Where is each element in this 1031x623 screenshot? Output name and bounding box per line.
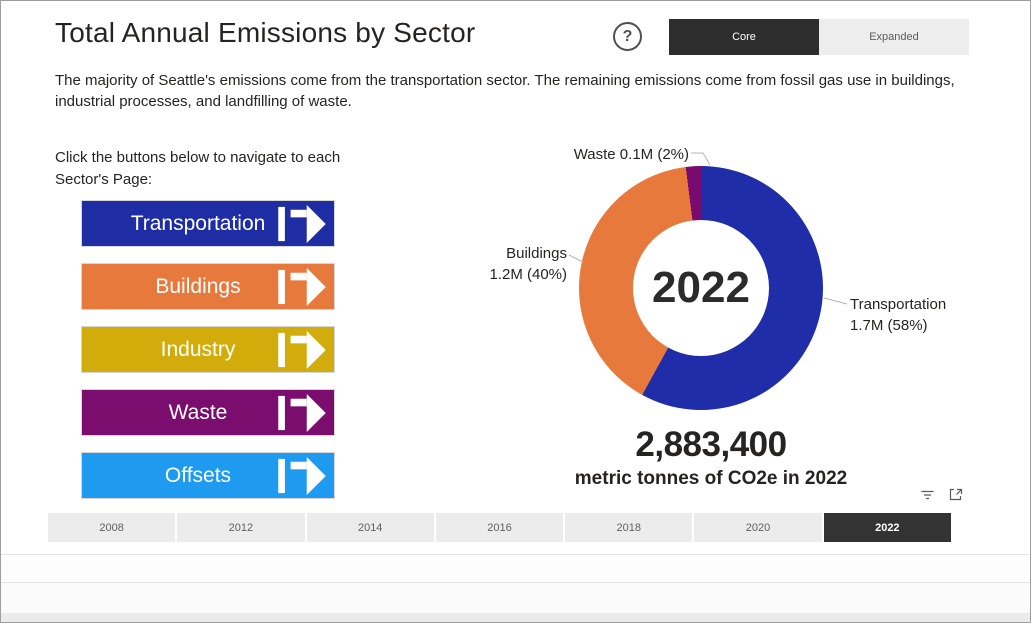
nav-button-label: Buildings — [82, 275, 278, 299]
nav-button-waste[interactable]: Waste — [82, 390, 334, 435]
nav-button-transportation[interactable]: Transportation — [82, 201, 334, 246]
window-bottom-strip — [1, 613, 1030, 623]
powerbi-footer: Microsoft Power BI ‹ 1 of 15 › — [1, 582, 1030, 613]
filter-icon[interactable] — [919, 487, 936, 508]
year-tab-2018[interactable]: 2018 — [565, 513, 692, 542]
year-tab-2008[interactable]: 2008 — [48, 513, 175, 542]
callout-buildings: Buildings 1.2M (40%) — [439, 243, 567, 285]
powerbi-report: Total Annual Emissions by Sector ? Core … — [0, 0, 1031, 623]
report-description: The majority of Seattle's emissions come… — [55, 70, 961, 112]
callout-transportation-value: 1.7M (58%) — [850, 315, 1010, 336]
year-tab-2014[interactable]: 2014 — [307, 513, 434, 542]
year-tab-2022[interactable]: 2022 — [824, 513, 951, 542]
year-tab-2020[interactable]: 2020 — [694, 513, 821, 542]
total-emissions: 2,883,400 metric tonnes of CO2e in 2022 — [541, 425, 881, 490]
year-tab-2016[interactable]: 2016 — [436, 513, 563, 542]
arrow-right-icon — [278, 393, 332, 433]
focus-mode-icon[interactable] — [947, 486, 965, 508]
year-tab-2012[interactable]: 2012 — [177, 513, 304, 542]
nav-button-label: Transportation — [82, 212, 278, 236]
callout-buildings-value: 1.2M (40%) — [439, 264, 567, 285]
nav-button-label: Industry — [82, 338, 278, 362]
toggle-expanded-button[interactable]: Expanded — [819, 19, 969, 55]
year-slicer: 2008 2012 2014 2016 2018 2020 2022 — [48, 513, 951, 542]
toggle-core-button[interactable]: Core — [669, 19, 819, 55]
nav-instruction: Click the buttons below to navigate to e… — [55, 147, 373, 191]
nav-button-buildings[interactable]: Buildings — [82, 264, 334, 309]
nav-button-offsets[interactable]: Offsets — [82, 453, 334, 498]
donut-chart[interactable] — [579, 166, 823, 410]
callout-waste: Waste 0.1M (2%) — [549, 144, 689, 165]
total-caption: metric tonnes of CO2e in 2022 — [541, 468, 881, 490]
zoom-bar: - + 76% — [1, 554, 1030, 582]
nav-button-industry[interactable]: Industry — [82, 327, 334, 372]
callout-transportation: Transportation 1.7M (58%) — [850, 294, 1010, 336]
arrow-right-icon — [278, 204, 332, 244]
arrow-right-icon — [278, 267, 332, 307]
view-toggle: Core Expanded — [669, 19, 969, 55]
callout-buildings-name: Buildings — [439, 243, 567, 264]
page-title: Total Annual Emissions by Sector — [55, 17, 475, 49]
callout-transportation-name: Transportation — [850, 294, 1010, 315]
nav-button-label: Waste — [82, 401, 278, 425]
total-value: 2,883,400 — [541, 425, 881, 465]
arrow-right-icon — [278, 330, 332, 370]
sector-nav: Transportation Buildings Industry Waste … — [82, 201, 334, 516]
help-icon[interactable]: ? — [613, 22, 642, 51]
arrow-right-icon — [278, 456, 332, 496]
nav-button-label: Offsets — [82, 464, 278, 488]
